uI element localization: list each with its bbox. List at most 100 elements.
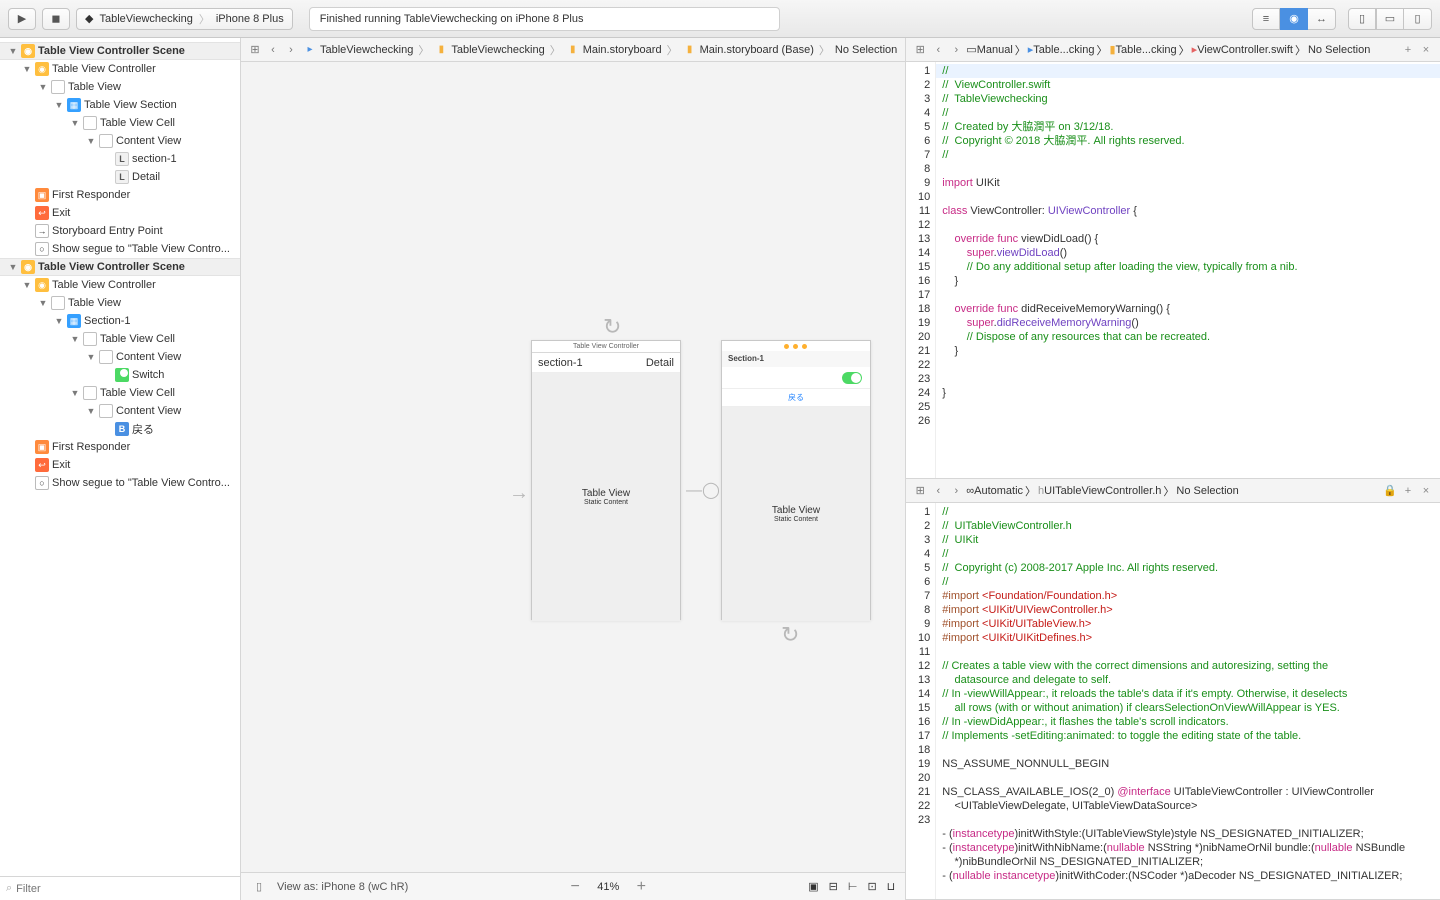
jump-mode-manual[interactable]: ▭Manual — [966, 43, 1012, 56]
embed-icon[interactable]: ▣ — [808, 880, 818, 893]
section-icon: ▦ — [67, 98, 81, 112]
cell-node-2a[interactable]: ▼Table View Cell — [0, 330, 240, 348]
assistant-editor-button[interactable]: ◉ — [1280, 8, 1308, 30]
add-assistant-button[interactable]: + — [1400, 483, 1416, 499]
detail-label: Detail — [646, 357, 674, 369]
entry-icon: → — [35, 224, 49, 238]
close-assistant-button[interactable]: × — [1418, 42, 1434, 58]
zoom-in-button[interactable]: + — [631, 877, 651, 897]
section-header: Section-1 — [722, 351, 870, 367]
entry-point[interactable]: →Storyboard Entry Point — [0, 222, 240, 240]
segue-node-2[interactable]: ○Show segue to "Table View Contro... — [0, 474, 240, 492]
pin-icon[interactable]: ⊢ — [848, 880, 858, 893]
jump-fold[interactable]: ▮Table...cking — [1109, 43, 1176, 56]
segue-loop-top: ↻ — [603, 314, 621, 340]
activity-status: Finished running TableViewchecking on iP… — [309, 7, 781, 31]
add-assistant-button[interactable]: + — [1400, 42, 1416, 58]
align-icon[interactable]: ⊟ — [829, 880, 838, 893]
contentview-node-2b[interactable]: ▼Content View — [0, 402, 240, 420]
scene-icon: ◉ — [21, 260, 35, 274]
contentview-node-2a[interactable]: ▼Content View — [0, 348, 240, 366]
close-assistant-button[interactable]: × — [1418, 483, 1434, 499]
view-as-label[interactable]: View as: iPhone 8 (wC hR) — [277, 881, 408, 893]
jump-folder[interactable]: ▮TableViewchecking — [432, 43, 546, 57]
view-icon — [51, 296, 65, 310]
zoom-out-button[interactable]: − — [565, 877, 585, 897]
fwd-nav[interactable]: › — [948, 42, 964, 58]
jump-base[interactable]: ▮Main.storyboard (Base) — [681, 43, 816, 57]
entry-arrow: → — [509, 482, 529, 505]
resolve-icon[interactable]: ⊡ — [867, 880, 876, 893]
cell-node[interactable]: ▼Table View Cell — [0, 114, 240, 132]
segue-node[interactable]: ○Show segue to "Table View Contro... — [0, 240, 240, 258]
section-node[interactable]: ▼▦Table View Section — [0, 96, 240, 114]
run-button[interactable]: ▶ — [8, 8, 36, 30]
section1-node[interactable]: ▼▦Section-1 — [0, 312, 240, 330]
jump-file-h[interactable]: hUITableViewController.h — [1038, 485, 1161, 497]
auto-icon: ∞ — [966, 485, 974, 497]
toggle-outline-button[interactable]: ▯ — [251, 879, 267, 895]
assistant-bottom-pane: ⊞ ‹ › ∞Automatic〉 hUITableViewController… — [906, 479, 1440, 900]
device-preview-2[interactable]: Section-1 戻る Table ViewStatic Content — [721, 340, 871, 620]
back-button-node[interactable]: B戻る — [0, 420, 240, 438]
storyboard-canvas[interactable]: → ↻ ↻ —◯→ Table View Controller section-… — [241, 62, 905, 872]
jump-proj[interactable]: ▸Table...cking — [1028, 43, 1095, 56]
label-section1[interactable]: Lsection-1 — [0, 150, 240, 168]
toggle-debug-button[interactable]: ▭ — [1376, 8, 1404, 30]
switch-preview — [842, 372, 862, 384]
scene-header-1[interactable]: ▼◉ Table View Controller Scene — [0, 42, 240, 60]
view-icon — [99, 404, 113, 418]
view-icon — [99, 134, 113, 148]
responder-icon: ▣ — [35, 440, 49, 454]
tableview-sublabel: Static Content — [584, 499, 628, 506]
storyboard-editor: ⊞ ‹ › ▸TableViewchecking〉 ▮TableViewchec… — [241, 38, 906, 900]
scheme-selector[interactable]: ◆ TableViewchecking 〉 iPhone 8 Plus — [76, 8, 293, 30]
first-responder-2[interactable]: ▣First Responder — [0, 438, 240, 456]
view-icon — [99, 350, 113, 364]
cell-icon — [83, 116, 97, 130]
related-items-icon[interactable]: ⊞ — [247, 42, 263, 58]
exit-node-2[interactable]: ↩Exit — [0, 456, 240, 474]
embed-in-icon[interactable]: ⊔ — [887, 880, 896, 893]
code-editor-top[interactable]: 1234567891011121314151617181920212223242… — [906, 62, 1440, 478]
first-responder[interactable]: ▣First Responder — [0, 186, 240, 204]
responder-icon: ▣ — [35, 188, 49, 202]
back-nav[interactable]: ‹ — [265, 42, 281, 58]
tableview-node[interactable]: ▼Table View — [0, 78, 240, 96]
jump-noselection[interactable]: No Selection — [833, 44, 899, 56]
stop-button[interactable]: ◼ — [42, 8, 70, 30]
related-items-icon[interactable]: ⊞ — [912, 42, 928, 58]
code-editor-bottom[interactable]: 1234567891011121314151617181920212223 //… — [906, 503, 1440, 899]
device-preview-1[interactable]: Table View Controller section-1Detail Ta… — [531, 340, 681, 620]
back-nav[interactable]: ‹ — [930, 483, 946, 499]
jump-nosel[interactable]: No Selection — [1308, 44, 1370, 56]
back-nav[interactable]: ‹ — [930, 42, 946, 58]
cell-node-2b[interactable]: ▼Table View Cell — [0, 384, 240, 402]
label-icon: L — [115, 152, 129, 166]
fwd-nav[interactable]: › — [283, 42, 299, 58]
toggle-utilities-button[interactable]: ▯ — [1404, 8, 1432, 30]
contentview-node[interactable]: ▼Content View — [0, 132, 240, 150]
fwd-nav[interactable]: › — [948, 483, 964, 499]
tvc-node[interactable]: ▼◉Table View Controller — [0, 60, 240, 78]
toggle-navigator-button[interactable]: ▯ — [1348, 8, 1376, 30]
filter-input[interactable] — [16, 883, 234, 895]
jump-project[interactable]: ▸TableViewchecking — [301, 43, 415, 57]
jump-file[interactable]: ▸ViewController.swift — [1192, 43, 1293, 56]
exit-node[interactable]: ↩Exit — [0, 204, 240, 222]
jump-nosel-2[interactable]: No Selection — [1176, 485, 1238, 497]
switch-node[interactable]: Switch — [0, 366, 240, 384]
tableview-node-2[interactable]: ▼Table View — [0, 294, 240, 312]
label-detail[interactable]: LDetail — [0, 168, 240, 186]
scene-header-2[interactable]: ▼◉ Table View Controller Scene — [0, 258, 240, 276]
standard-editor-button[interactable]: ≡ — [1252, 8, 1280, 30]
jump-mode-auto[interactable]: ∞Automatic — [966, 485, 1023, 497]
jump-storyboard[interactable]: ▮Main.storyboard — [564, 43, 664, 57]
version-editor-button[interactable]: ↔ — [1308, 8, 1336, 30]
related-items-icon[interactable]: ⊞ — [912, 483, 928, 499]
scheme-dest: iPhone 8 Plus — [216, 13, 284, 25]
segue-loop-bottom: ↻ — [781, 622, 799, 648]
lock-icon[interactable]: 🔒 — [1382, 483, 1398, 499]
project-icon: ▸ — [303, 43, 317, 57]
tvc-node-2[interactable]: ▼◉Table View Controller — [0, 276, 240, 294]
